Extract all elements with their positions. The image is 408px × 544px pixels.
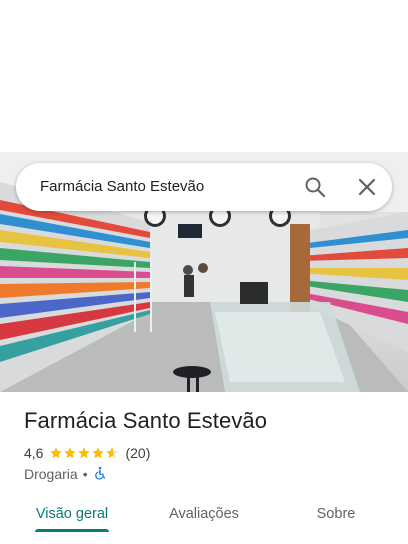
category-row: Drogaria • <box>24 465 107 483</box>
review-count[interactable]: (20) <box>125 445 150 461</box>
search-icon[interactable] <box>303 175 327 199</box>
wheelchair-icon <box>93 466 107 483</box>
search-bar[interactable]: Farmácia Santo Estevão <box>16 163 392 211</box>
tab-reviews[interactable]: Avaliações <box>160 496 248 532</box>
star-icon <box>64 447 77 459</box>
place-title: Farmácia Santo Estevão <box>24 408 268 433</box>
star-icon <box>78 447 91 459</box>
star-icon <box>106 447 119 459</box>
close-icon[interactable] <box>355 175 379 199</box>
star-icon <box>92 447 105 459</box>
search-input[interactable]: Farmácia Santo Estevão <box>40 163 204 211</box>
star-icon <box>50 447 63 459</box>
place-tabs: Visão geral Avaliações Sobre <box>0 496 408 536</box>
tab-overview[interactable]: Visão geral <box>35 496 109 532</box>
tab-about[interactable]: Sobre <box>306 496 366 532</box>
rating-value: 4,6 <box>24 445 44 461</box>
place-category: Drogaria <box>24 466 78 482</box>
active-tab-indicator <box>35 529 109 532</box>
separator-dot: • <box>82 466 88 482</box>
rating-row[interactable]: 4,6 (20) <box>24 444 150 462</box>
rating-stars <box>49 446 119 460</box>
